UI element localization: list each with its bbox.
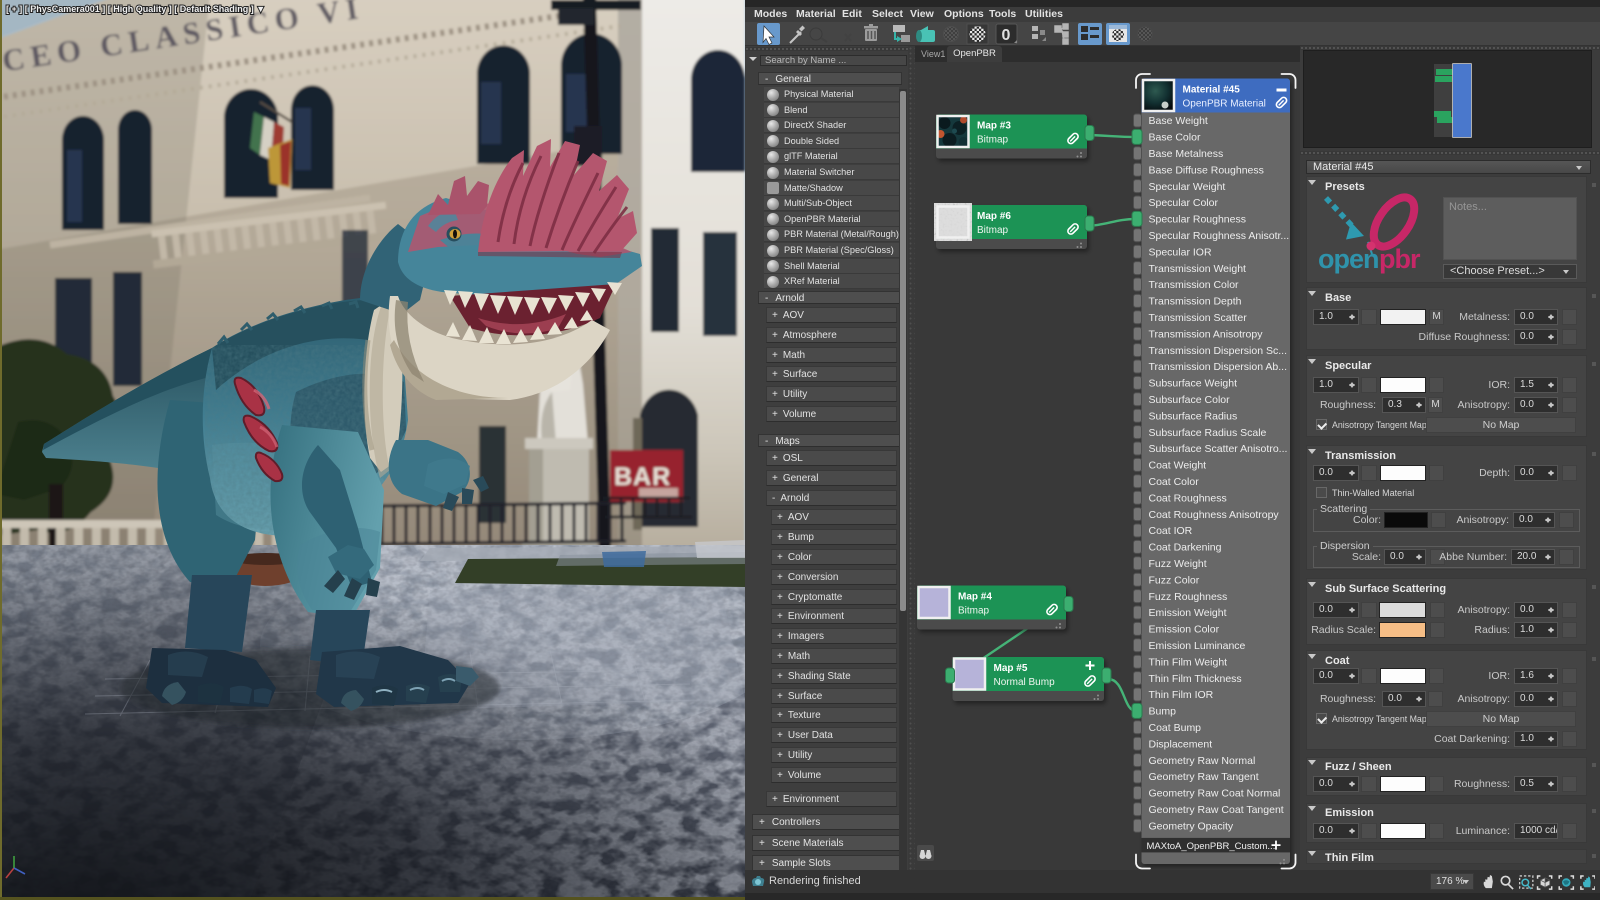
svg-text:Transmission Dispersion Ab...: Transmission Dispersion Ab... xyxy=(1149,361,1288,373)
svg-text:Displacement: Displacement xyxy=(1149,738,1213,750)
svg-text:Transmission Anisotropy: Transmission Anisotropy xyxy=(1149,328,1264,340)
svg-text:Thin Film IOR: Thin Film IOR xyxy=(1149,689,1214,701)
svg-text:Base Color: Base Color xyxy=(1149,132,1201,144)
svg-text:Coat Color: Coat Color xyxy=(1149,476,1200,488)
svg-text:Base Diffuse Roughness: Base Diffuse Roughness xyxy=(1149,164,1264,176)
svg-text:Map #3: Map #3 xyxy=(977,121,1011,132)
svg-text:Transmission Dispersion Sc...: Transmission Dispersion Sc... xyxy=(1149,345,1287,357)
svg-text:Specular Weight: Specular Weight xyxy=(1149,181,1226,193)
svg-text:Specular Color: Specular Color xyxy=(1149,197,1219,209)
svg-text:Subsurface Radius: Subsurface Radius xyxy=(1149,410,1238,422)
svg-text:Base Weight: Base Weight xyxy=(1149,115,1208,127)
svg-text:[ + ] [ PhysCamera001 ] [ Hig: [ + ] [ PhysCamera001 ] [ High Quality ]… xyxy=(6,4,265,14)
svg-text:Emission Weight: Emission Weight xyxy=(1149,607,1227,619)
svg-text:Coat Darkening: Coat Darkening xyxy=(1149,542,1222,554)
svg-text:Base Metalness: Base Metalness xyxy=(1149,148,1224,160)
svg-text:Fuzz Roughness: Fuzz Roughness xyxy=(1149,591,1228,603)
svg-text:Coat Roughness Anisotropy: Coat Roughness Anisotropy xyxy=(1149,509,1280,521)
svg-text:Coat Roughness: Coat Roughness xyxy=(1149,492,1227,504)
svg-text:OpenPBR Material: OpenPBR Material xyxy=(1183,99,1266,110)
svg-text:Geometry Raw Coat Normal: Geometry Raw Coat Normal xyxy=(1149,788,1281,800)
svg-text:pbr: pbr xyxy=(1379,244,1421,274)
svg-text:Map #6: Map #6 xyxy=(977,211,1011,222)
svg-text:Coat Bump: Coat Bump xyxy=(1149,722,1202,734)
svg-text:BAR: BAR xyxy=(614,463,671,491)
svg-text:Map #5: Map #5 xyxy=(994,663,1028,674)
svg-text:Specular IOR: Specular IOR xyxy=(1149,246,1212,258)
svg-text:Subsurface Scatter Anisotro...: Subsurface Scatter Anisotro... xyxy=(1149,443,1288,455)
svg-text:Transmission Depth: Transmission Depth xyxy=(1149,296,1242,308)
svg-text:Geometry Raw Coat Tangent: Geometry Raw Coat Tangent xyxy=(1149,804,1284,816)
svg-text:Bitmap: Bitmap xyxy=(977,225,1009,236)
svg-text:Transmission Scatter: Transmission Scatter xyxy=(1149,312,1248,324)
svg-text:Geometry Opacity: Geometry Opacity xyxy=(1149,820,1234,832)
svg-text:Emission Luminance: Emission Luminance xyxy=(1149,640,1246,652)
svg-text:Transmission Color: Transmission Color xyxy=(1149,279,1240,291)
svg-text:Coat Weight: Coat Weight xyxy=(1149,460,1207,472)
svg-text:Thin Film Thickness: Thin Film Thickness xyxy=(1149,673,1242,685)
svg-text:Subsurface Weight: Subsurface Weight xyxy=(1149,378,1238,390)
svg-text:Subsurface Color: Subsurface Color xyxy=(1149,394,1231,406)
svg-text:open: open xyxy=(1318,244,1379,274)
svg-text:Geometry Raw Tangent: Geometry Raw Tangent xyxy=(1149,771,1259,783)
svg-text:MAXtoA_OpenPBR_Custom...: MAXtoA_OpenPBR_Custom... xyxy=(1147,841,1276,852)
svg-text:Specular Roughness: Specular Roughness xyxy=(1149,214,1246,226)
svg-text:Transmission Weight: Transmission Weight xyxy=(1149,263,1247,275)
svg-text:0: 0 xyxy=(1002,27,1011,44)
svg-text:Bitmap: Bitmap xyxy=(958,606,990,617)
svg-text:Subsurface Radius Scale: Subsurface Radius Scale xyxy=(1149,427,1267,439)
svg-text:Thin Film Weight: Thin Film Weight xyxy=(1149,656,1228,668)
svg-text:Normal Bump: Normal Bump xyxy=(994,677,1056,688)
svg-text:Coat IOR: Coat IOR xyxy=(1149,525,1193,537)
svg-text:Emission Color: Emission Color xyxy=(1149,624,1220,636)
svg-text:Bitmap: Bitmap xyxy=(977,135,1009,146)
svg-text:Geometry Raw Normal: Geometry Raw Normal xyxy=(1149,755,1256,767)
svg-text:Specular Roughness Anisotr...: Specular Roughness Anisotr... xyxy=(1149,230,1290,242)
svg-text:Fuzz Weight: Fuzz Weight xyxy=(1149,558,1207,570)
svg-text:Material #45: Material #45 xyxy=(1183,85,1241,96)
svg-text:Bump: Bump xyxy=(1149,706,1177,718)
svg-text:Map #4: Map #4 xyxy=(958,592,992,603)
svg-text:Fuzz Color: Fuzz Color xyxy=(1149,574,1200,586)
